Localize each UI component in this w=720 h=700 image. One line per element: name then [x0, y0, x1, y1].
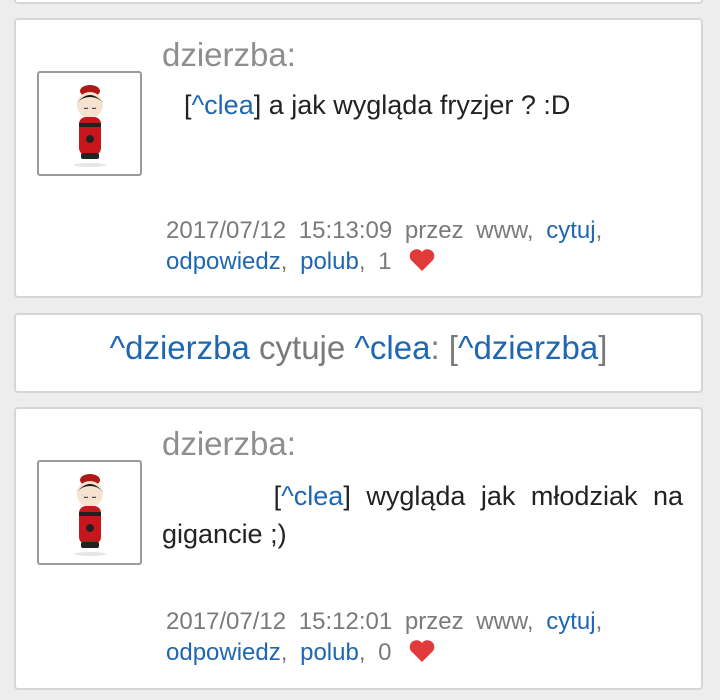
reply-link[interactable]: odpowiedz: [166, 248, 281, 275]
post-content: [^clea] a jak wygląda fryzjer ? :D: [184, 86, 683, 124]
post-text-line-1: [^clea] wygląda jak młodziak na: [162, 477, 683, 515]
kokeshi-doll-icon: [73, 473, 106, 556]
heart-icon[interactable]: [408, 248, 436, 272]
post-author[interactable]: dzierzba:: [162, 425, 296, 463]
post-source: www,: [476, 608, 534, 635]
quote-user-link[interactable]: ^dzierzba: [110, 329, 250, 366]
mention-link[interactable]: ^clea: [192, 90, 254, 120]
avatar[interactable]: [37, 460, 142, 565]
quote-link[interactable]: cytuj: [546, 217, 595, 244]
like-link[interactable]: polub: [300, 248, 359, 275]
post-date: 2017/07/12: [166, 217, 287, 244]
quote-separator: :: [430, 329, 440, 366]
quote-target-link[interactable]: ^clea: [354, 329, 430, 366]
post-card: dzierzba: [^clea] a jak wygląda fryzjer …: [14, 18, 703, 298]
post-text: wygląda jak młodziak na: [350, 481, 683, 511]
post-by-label: przez: [404, 217, 464, 244]
mention-bracket-close: ]: [343, 481, 351, 511]
reply-link[interactable]: odpowiedz: [166, 639, 281, 666]
heart-icon[interactable]: [408, 639, 436, 663]
like-count: 1: [378, 248, 392, 275]
quote-link[interactable]: cytuj: [546, 608, 595, 635]
post-card: dzierzba: [^clea] wygląda jak młodziak n…: [14, 407, 703, 690]
mention-link[interactable]: ^clea: [281, 481, 343, 511]
post-meta: 2017/07/12 15:12:01 przez www, cytuj, od…: [166, 608, 603, 666]
post-date: 2017/07/12: [166, 608, 287, 635]
post-author[interactable]: dzierzba:: [162, 36, 296, 74]
post-time: 15:12:01: [298, 608, 393, 635]
quote-line: ^dzierzba cytuje ^clea: [^dzierzba]: [16, 329, 701, 367]
post-content: [^clea] wygląda jak młodziak na gigancie…: [162, 477, 683, 553]
post-by-label: przez: [404, 608, 464, 635]
post-text-line-2: gigancie ;): [162, 519, 287, 549]
post-source: www,: [476, 217, 534, 244]
quote-verb: cytuje: [259, 329, 346, 366]
mention-bracket-open: [: [184, 90, 192, 120]
like-count: 0: [378, 639, 392, 666]
quote-ref-bracket-open: [: [448, 329, 458, 366]
like-link[interactable]: polub: [300, 639, 359, 666]
post-text: a jak wygląda fryzjer ? :D: [261, 90, 571, 120]
mention-bracket-open: [: [273, 481, 282, 511]
quote-ref-bracket-close: ]: [598, 329, 608, 366]
post-time: 15:13:09: [298, 217, 393, 244]
post-meta: 2017/07/12 15:13:09 przez www, cytuj, od…: [166, 217, 603, 275]
quote-ref-link[interactable]: ^dzierzba: [458, 329, 598, 366]
previous-post-card: [14, 0, 703, 4]
kokeshi-doll-icon: [73, 84, 106, 167]
quote-bar: ^dzierzba cytuje ^clea: [^dzierzba]: [14, 313, 703, 393]
avatar[interactable]: [37, 71, 142, 176]
